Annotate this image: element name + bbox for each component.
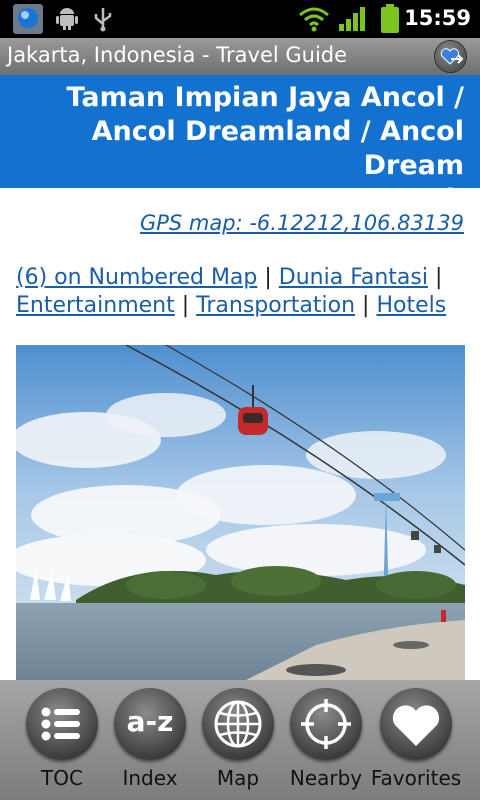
a-z-icon: a-z	[126, 705, 174, 738]
app-bar: Jakarta, Indonesia - Travel Guide	[0, 38, 480, 75]
globe-icon	[214, 700, 262, 748]
separator: |	[264, 265, 272, 290]
clock: 15:59	[404, 6, 471, 30]
hotels-link[interactable]: Hotels	[376, 293, 446, 318]
crosshair-icon	[301, 699, 351, 749]
separator: |	[434, 265, 443, 290]
index-button-circle: a-z	[114, 688, 186, 760]
dunia-fantasi-link[interactable]: Dunia Fantasi	[279, 265, 428, 290]
page-title: Taman Impian Jaya Ancol / Ancol Dreamlan…	[0, 75, 480, 215]
battery-icon	[381, 4, 399, 33]
separator: |	[181, 293, 190, 318]
title-line: Taman Impian Jaya Ancol /	[66, 82, 464, 113]
gps-map-link[interactable]: GPS map: -6.12212,106.83139	[140, 211, 464, 235]
map-label: Map	[216, 766, 260, 790]
favorites-button[interactable]: Favorites	[368, 680, 464, 800]
toc-button[interactable]: TOC	[14, 680, 110, 800]
app-icon	[13, 4, 43, 34]
numbered-map-link[interactable]: (6) on Numbered Map	[16, 265, 257, 290]
nearby-label: Nearby	[289, 766, 363, 790]
attraction-photo	[16, 345, 465, 680]
signal-icon	[339, 7, 365, 31]
title-line: Ancol Dreamland / Ancol Dream	[91, 116, 464, 181]
heart-icon	[392, 705, 440, 746]
favorites-label: Favorites	[370, 766, 462, 790]
status-bar: 15:59	[0, 0, 480, 38]
bottom-toolbar: TOC a-z Index Map Nearby Favorites	[0, 680, 480, 800]
nearby-button[interactable]: Nearby	[278, 680, 374, 800]
wifi-icon	[299, 7, 329, 32]
add-favorite-button[interactable]	[435, 41, 466, 72]
heart-arrow-icon	[440, 48, 464, 65]
toc-button-circle	[26, 688, 98, 760]
index-button[interactable]: a-z Index	[102, 680, 198, 800]
usb-icon	[94, 8, 112, 32]
index-label: Index	[122, 766, 178, 790]
separator: |	[362, 293, 370, 318]
nearby-button-circle	[290, 688, 362, 760]
transportation-link[interactable]: Transportation	[196, 293, 355, 318]
android-icon	[56, 8, 78, 30]
map-button[interactable]: Map	[190, 680, 286, 800]
related-links: (6) on Numbered Map | Dunia Fantasi | En…	[16, 264, 466, 320]
map-button-circle	[202, 688, 274, 760]
list-icon	[41, 707, 80, 741]
app-title: Jakarta, Indonesia - Travel Guide	[7, 43, 348, 67]
toc-label: TOC	[41, 766, 83, 790]
favorites-button-circle	[380, 688, 452, 760]
entertainment-link[interactable]: Entertainment	[16, 293, 175, 318]
